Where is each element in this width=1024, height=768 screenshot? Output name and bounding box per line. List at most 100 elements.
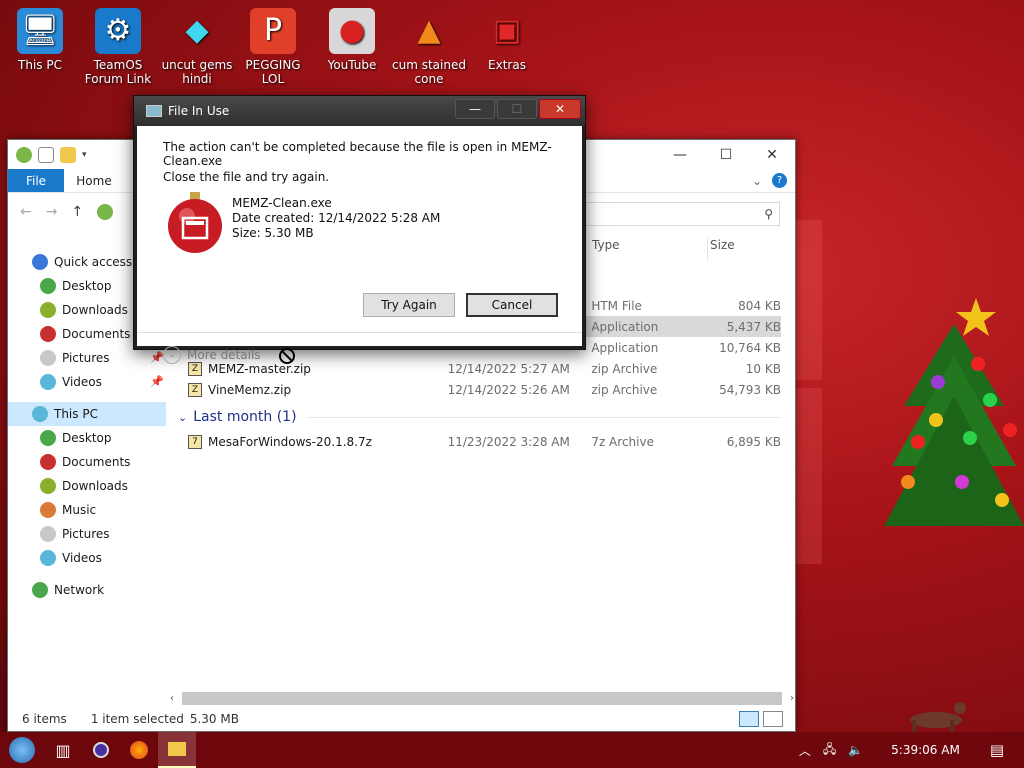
file-type: Application [591, 340, 659, 355]
column-headers: Type Size [590, 238, 783, 260]
letter-p-icon: P [250, 8, 296, 54]
date-created: Date created: 12/14/2022 5:28 AM [232, 211, 441, 225]
more-details-label: More details [187, 348, 261, 362]
folder-icon [40, 326, 56, 342]
sidebar-item[interactable]: Music [8, 498, 166, 522]
pin-icon: 📌 [150, 351, 164, 364]
network-icon[interactable]: 🖧 [823, 740, 836, 761]
clock[interactable]: 5:39:06 AM [891, 743, 960, 757]
desktop-icon[interactable]: ⚙ TeamOS Forum Link [78, 8, 158, 86]
folder-icon [40, 526, 56, 542]
sidebar-item[interactable]: Desktop [8, 426, 166, 450]
desktop-icon[interactable]: ▣ Extras [467, 8, 547, 73]
details-view-icon[interactable] [739, 711, 759, 727]
taskbar-firefox[interactable] [120, 732, 158, 768]
file-name: MesaForWindows-20.1.8.7z [208, 434, 372, 449]
file-type: Application [591, 319, 659, 334]
ribbon-expand-icon[interactable]: ⌄ [752, 169, 772, 192]
taskbar-file-explorer[interactable] [158, 732, 196, 768]
group-header-last-month[interactable]: ⌄ Last month (1) [178, 406, 781, 428]
sidebar-item[interactable]: Videos [8, 546, 166, 570]
desktop-icon-label: uncut gems hindi [161, 58, 233, 86]
sidebar-item[interactable]: Pictures [8, 522, 166, 546]
file-name: MEMZ-Clean.exe [232, 196, 332, 210]
file-type: 7z Archive [591, 434, 654, 449]
gift-box-icon: ▣ [492, 13, 522, 48]
scroll-left-arrow-icon[interactable]: ‹ [170, 693, 174, 704]
firefox-icon [130, 741, 148, 759]
forward-arrow-icon[interactable]: → [46, 204, 58, 220]
file-size: 5,437 KB [726, 319, 781, 334]
try-again-button[interactable]: Try Again [363, 293, 455, 317]
pin-icon: 📌 [150, 375, 164, 388]
maximize-button[interactable]: ☐ [703, 140, 749, 169]
desktop-icon[interactable]: ● YouTube [312, 8, 392, 72]
tab-file[interactable]: File [8, 169, 64, 192]
sidebar-item[interactable]: Network [8, 578, 166, 602]
sidebar-item[interactable]: This PC [8, 402, 166, 426]
angry-bird-icon: ● [329, 8, 375, 54]
selection-size: 5.30 MB [189, 712, 239, 726]
sidebar-item[interactable]: Downloads [8, 474, 166, 498]
column-type[interactable]: Type [590, 238, 708, 260]
taskbar-app-orb[interactable] [82, 732, 120, 768]
folder-icon [40, 374, 56, 390]
volume-icon[interactable]: 🔈 [848, 743, 863, 757]
file-size: Size: 5.30 MB [232, 226, 314, 240]
desktop-icon-label: Extras [488, 58, 526, 72]
dialog-app-icon [146, 105, 162, 117]
file-row[interactable]: Z VineMemz.zip 12/14/2022 5:26 AM zip Archi… [178, 379, 781, 400]
column-size[interactable]: Size [708, 238, 778, 260]
properties-icon[interactable] [38, 146, 54, 163]
sidebar-item[interactable]: Videos [8, 370, 166, 394]
task-view-button[interactable]: ▥ [44, 732, 82, 768]
dialog-title: File In Use [168, 104, 230, 118]
wallpaper-pane [796, 220, 822, 380]
purple-orb-icon [93, 742, 109, 758]
up-arrow-icon[interactable]: ↑ [71, 204, 83, 220]
help-icon[interactable]: ? [772, 169, 795, 192]
group-label: Last month (1) [193, 409, 297, 425]
notifications-icon[interactable]: ▤ [990, 741, 1004, 759]
search-input[interactable]: ⚲ [580, 202, 780, 226]
file-row[interactable]: Z MEMZ-master.zip 12/14/2022 5:27 AM zip Ar… [178, 358, 781, 379]
file-row[interactable]: 7 MesaForWindows-20.1.8.7z 11/23/2022 3:28… [178, 431, 781, 452]
search-icon: ⚲ [764, 207, 773, 221]
view-toggle [739, 711, 783, 727]
file-type: zip Archive [591, 382, 658, 397]
new-folder-icon[interactable] [60, 146, 76, 163]
more-details-toggle[interactable]: ⌄ More details [163, 346, 261, 364]
start-button[interactable] [0, 732, 44, 768]
scrollbar-thumb[interactable] [182, 692, 782, 705]
explorer-app-icon [16, 146, 32, 163]
close-button[interactable]: ✕ [749, 140, 795, 169]
minimize-button[interactable]: — [657, 140, 703, 169]
desktop-icon[interactable]: 🖥 This PC [0, 8, 80, 72]
desktop-icon-label: PEGGING LOL [245, 58, 301, 86]
desktop-icon[interactable]: ◆ uncut gems hindi [157, 8, 237, 87]
desktop-icon[interactable]: ▲ cum stained cone [389, 8, 469, 87]
ornament-file-icon [168, 192, 222, 253]
sidebar-item-label: Music [62, 503, 97, 517]
scroll-right-arrow-icon[interactable]: › [790, 693, 794, 704]
taskbar: ▥ ︿ 🖧 🔈 5:39:06 AM ▤ [0, 732, 1024, 768]
large-icons-view-icon[interactable] [763, 711, 783, 727]
back-arrow-icon[interactable]: ← [20, 204, 32, 220]
folder-icon [40, 502, 56, 518]
tab-home[interactable]: Home [64, 169, 124, 192]
dialog-close-button[interactable]: ✕ [539, 99, 581, 119]
wallpaper-pane [796, 388, 822, 564]
cancel-button[interactable]: Cancel [466, 293, 558, 317]
desktop-icon[interactable]: P PEGGING LOL [233, 8, 313, 86]
quick-access-dropdown-icon[interactable]: ▾ [82, 150, 87, 160]
dialog-maximize-button[interactable]: ☐ [497, 99, 537, 119]
dialog-divider [137, 332, 582, 333]
file-info: MEMZ-Clean.exe Date created: 12/14/2022 … [232, 196, 440, 241]
sidebar-item[interactable]: Documents [8, 450, 166, 474]
folder-icon [40, 302, 56, 318]
folder-icon [40, 550, 56, 566]
horizontal-scrollbar[interactable]: ‹ › [170, 690, 794, 707]
show-hidden-icons-chevron-icon[interactable]: ︿ [799, 742, 811, 759]
dialog-minimize-button[interactable]: — [455, 99, 495, 119]
explorer-window-controls: — ☐ ✕ [657, 140, 795, 169]
